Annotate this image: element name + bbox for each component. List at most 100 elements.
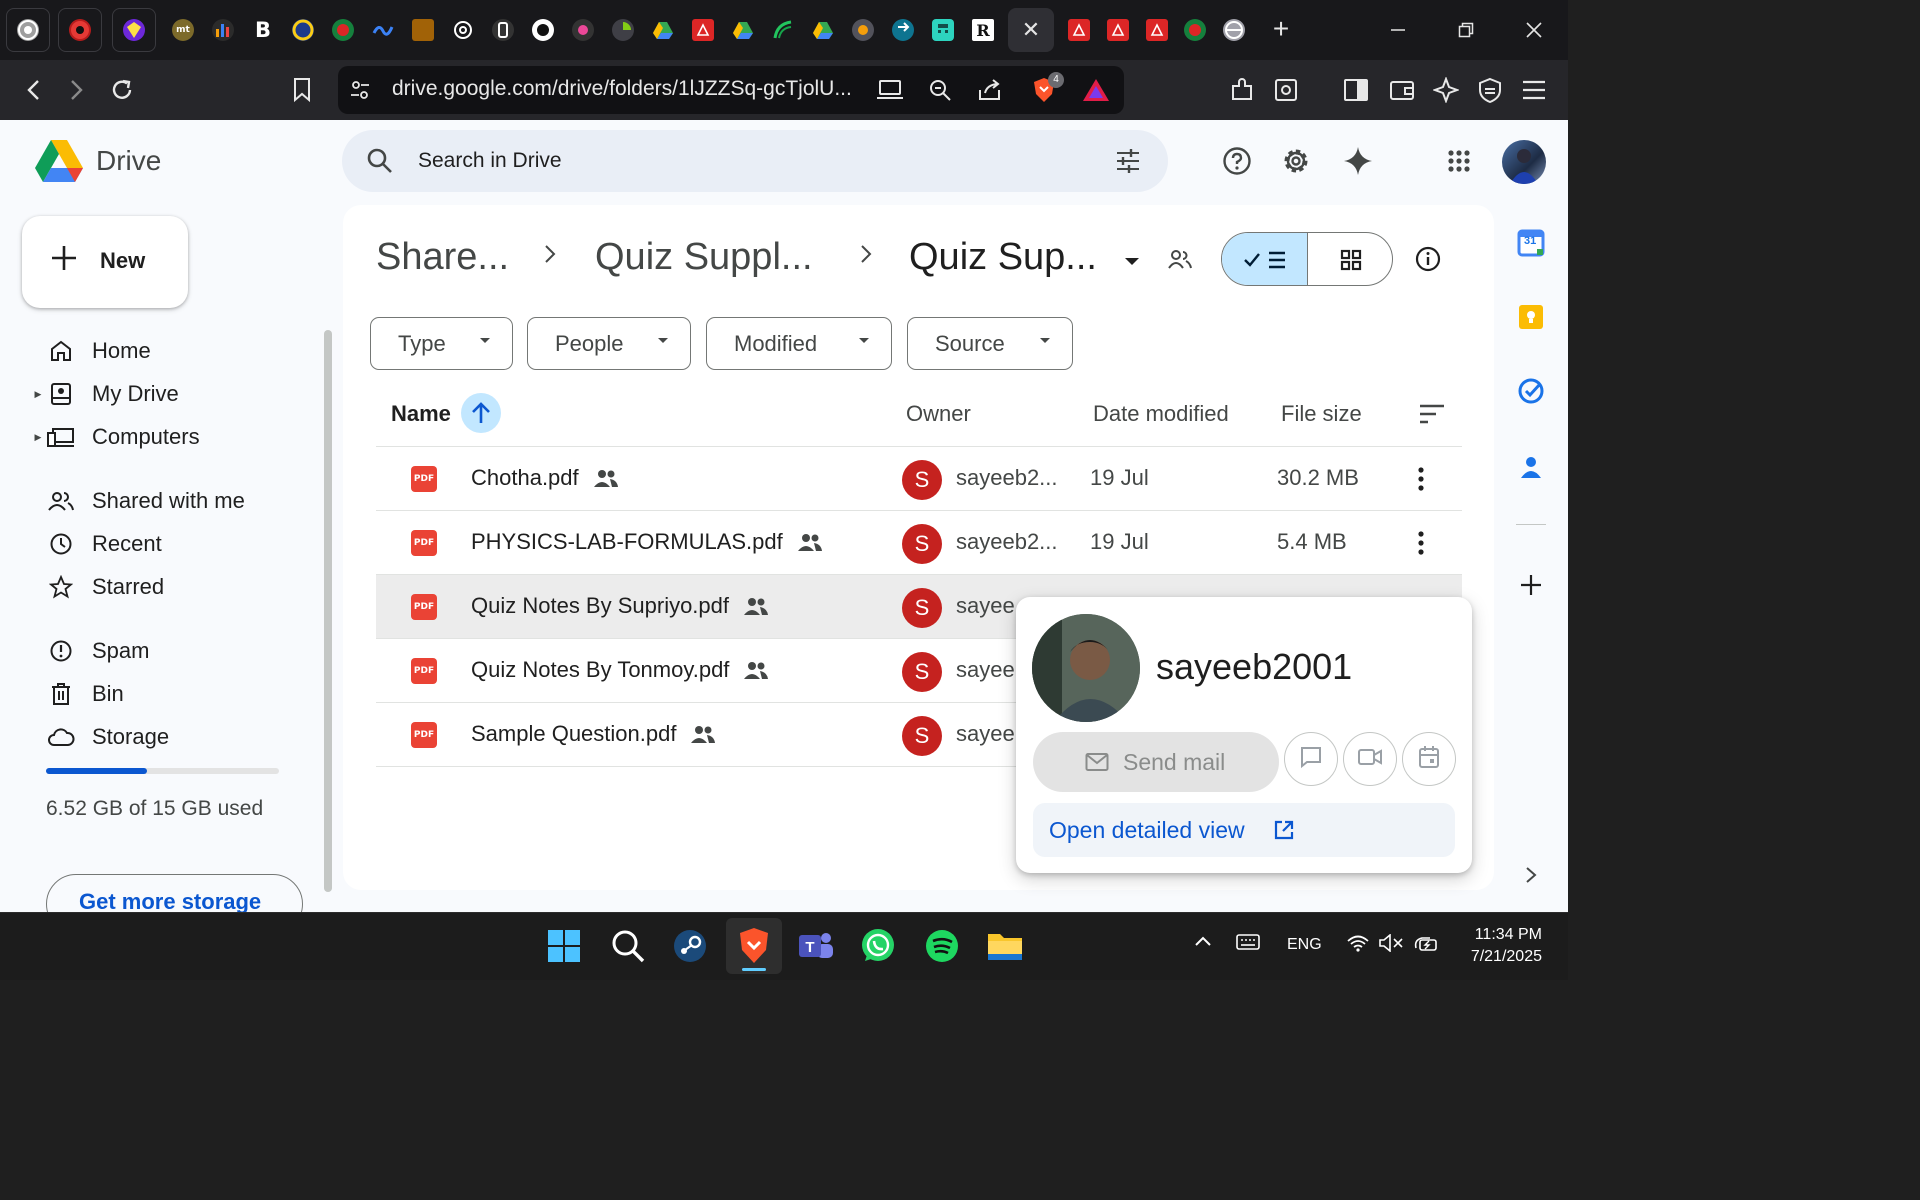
get-addons-plus-icon[interactable] <box>1516 570 1546 600</box>
wallet-icon[interactable] <box>1386 74 1418 106</box>
new-tab-button[interactable]: + <box>1266 14 1296 44</box>
url-text[interactable]: drive.google.com/drive/folders/1lJZZSq-g… <box>392 77 852 101</box>
battery-charging-icon[interactable] <box>1412 934 1440 959</box>
windows-start-icon[interactable] <box>544 926 584 966</box>
chat-button[interactable] <box>1284 732 1338 786</box>
menu-icon[interactable] <box>1518 74 1550 106</box>
tab-settings[interactable] <box>6 8 50 52</box>
tab-phone[interactable] <box>486 8 520 52</box>
column-header-date-modified[interactable]: Date modified <box>1093 401 1229 427</box>
tab-bangla[interactable] <box>326 8 360 52</box>
filter-modified[interactable]: Modified <box>706 317 892 370</box>
file-row[interactable]: PDF Chotha.pdf S sayeeb2... 19 Jul 30.2 … <box>376 447 1462 511</box>
tab-gov[interactable] <box>406 8 440 52</box>
vpn-shield-icon[interactable] <box>1474 74 1506 106</box>
reader-mode-icon[interactable] <box>1270 74 1302 106</box>
tab-wave[interactable] <box>366 8 400 52</box>
video-call-button[interactable] <box>1343 732 1397 786</box>
search-input[interactable]: Search in Drive <box>418 149 562 173</box>
leo-ai-icon[interactable] <box>1430 74 1462 106</box>
tab-globe[interactable] <box>1217 8 1251 52</box>
tab-pdf-3[interactable] <box>1101 8 1135 52</box>
more-actions-icon[interactable] <box>1406 527 1436 559</box>
tab-mt[interactable]: mt <box>166 8 200 52</box>
open-detailed-view-button[interactable]: Open detailed view <box>1033 803 1455 857</box>
owner-avatar[interactable]: S <box>902 524 942 564</box>
filter-source[interactable]: Source <box>907 317 1073 370</box>
more-actions-icon[interactable] <box>1406 463 1436 495</box>
file-explorer-icon[interactable] <box>985 926 1025 966</box>
file-row[interactable]: PDF PHYSICS-LAB-FORMULAS.pdf S sayeeb2..… <box>376 511 1462 575</box>
schedule-event-button[interactable] <box>1402 732 1456 786</box>
spotify-icon[interactable] <box>922 926 962 966</box>
gemini-icon[interactable] <box>1340 143 1376 179</box>
filter-type[interactable]: Type <box>370 317 513 370</box>
show-hidden-icons-chevron[interactable] <box>1194 934 1212 952</box>
breadcrumb-quiz-supplementary[interactable]: Quiz Suppl... <box>595 236 813 279</box>
keyboard-icon[interactable] <box>1236 934 1260 955</box>
sidebar-item-spam[interactable]: Spam <box>30 631 320 671</box>
sidebar-item-computers[interactable]: ▶ Computers <box>30 417 320 457</box>
info-icon[interactable] <box>1415 246 1441 277</box>
teams-icon[interactable]: T <box>796 926 836 966</box>
breadcrumb-shared[interactable]: Share... <box>376 236 509 279</box>
expand-arrow-icon[interactable]: ▶ <box>30 432 46 443</box>
tab-youtube[interactable] <box>58 8 102 52</box>
steam-icon[interactable] <box>670 926 710 966</box>
breadcrumb-current-folder[interactable]: Quiz Sup... <box>909 236 1097 279</box>
sidebar-item-bin[interactable]: Bin <box>30 674 320 714</box>
close-tab-icon[interactable]: ✕ <box>1022 17 1040 43</box>
grid-view-button[interactable] <box>1308 233 1392 285</box>
column-header-name[interactable]: Name <box>391 401 451 427</box>
tab-pdf-2[interactable] <box>1062 8 1096 52</box>
column-header-file-size[interactable]: File size <box>1281 401 1362 427</box>
google-tasks-icon[interactable] <box>1516 376 1546 406</box>
sidebar-item-recent[interactable]: Recent <box>30 524 320 564</box>
file-name[interactable]: Chotha.pdf <box>471 465 579 491</box>
whatsapp-icon[interactable] <box>858 926 898 966</box>
sidebar-toggle-icon[interactable] <box>1340 74 1372 106</box>
search-icon[interactable] <box>366 147 394 180</box>
install-app-icon[interactable] <box>874 74 906 106</box>
sidebar-item-storage[interactable]: Storage <box>30 717 320 757</box>
brave-browser-icon[interactable] <box>734 926 774 966</box>
zoom-icon[interactable] <box>924 74 956 106</box>
taskbar-search-icon[interactable] <box>608 926 648 966</box>
tab-drive-active[interactable]: ✕ <box>1008 8 1054 52</box>
google-contacts-icon[interactable] <box>1516 452 1546 482</box>
tab-rg[interactable]: R <box>966 8 1000 52</box>
reload-icon[interactable] <box>106 74 138 106</box>
tab-pie[interactable] <box>606 8 640 52</box>
tab-leaf[interactable] <box>766 8 800 52</box>
sidebar-item-my-drive[interactable]: ▶ My Drive <box>30 374 320 414</box>
sidebar-item-home[interactable]: Home <box>30 331 320 371</box>
brave-rewards-icon[interactable] <box>1080 74 1112 106</box>
close-window-button[interactable] <box>1514 12 1554 48</box>
list-view-button[interactable] <box>1222 233 1308 285</box>
back-icon[interactable] <box>18 74 50 106</box>
tab-vpn[interactable] <box>112 8 156 52</box>
tab-swap[interactable] <box>886 8 920 52</box>
tab-record[interactable] <box>566 8 600 52</box>
tab-openai[interactable] <box>446 8 480 52</box>
apps-grid-icon[interactable] <box>1441 143 1477 179</box>
tab-drive-1[interactable] <box>646 8 680 52</box>
volume-muted-icon[interactable] <box>1378 933 1404 957</box>
tab-analytics[interactable] <box>206 8 240 52</box>
tab-drive-2[interactable] <box>726 8 760 52</box>
extensions-icon[interactable] <box>1226 74 1258 106</box>
file-name[interactable]: Quiz Notes By Supriyo.pdf <box>471 593 729 619</box>
search-options-icon[interactable] <box>1114 147 1142 180</box>
tab-pdf-1[interactable] <box>686 8 720 52</box>
tab-pdf-4[interactable] <box>1140 8 1174 52</box>
sort-direction-button[interactable] <box>461 393 501 433</box>
file-name[interactable]: PHYSICS-LAB-FORMULAS.pdf <box>471 529 783 555</box>
sort-options-icon[interactable] <box>1419 404 1445 429</box>
tab-bangla-2[interactable] <box>1178 8 1212 52</box>
folder-menu-caret-icon[interactable] <box>1124 254 1140 272</box>
tab-circle[interactable] <box>846 8 880 52</box>
minimize-button[interactable] <box>1378 12 1418 48</box>
owner-avatar[interactable]: S <box>902 716 942 756</box>
tab-drive-3[interactable] <box>806 8 840 52</box>
google-keep-icon[interactable] <box>1516 302 1546 332</box>
